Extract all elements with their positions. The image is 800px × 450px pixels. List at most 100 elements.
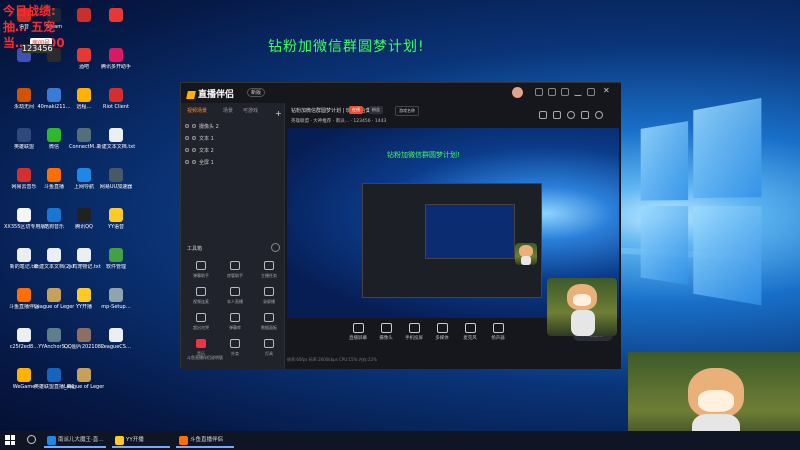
source-item[interactable]: 摄像头 2	[185, 123, 281, 133]
source-item[interactable]: 文本 1	[185, 135, 281, 145]
desktop-icon-label: 软件管理	[96, 264, 136, 270]
lock-icon[interactable]	[192, 160, 196, 164]
status-badge: 在线	[349, 106, 363, 114]
control-icon	[437, 323, 448, 333]
settings-icon[interactable]	[561, 88, 569, 96]
room-number: 123456	[22, 44, 53, 53]
fans-badge[interactable]: 粉丝	[369, 106, 383, 114]
desktop-icon[interactable]: League of Legends…	[64, 368, 104, 410]
desktop-icon[interactable]: 网易UU加速器	[96, 168, 136, 210]
tool-button[interactable]: 超出勿哭	[187, 313, 215, 337]
start-button[interactable]	[5, 435, 15, 445]
message-icon[interactable]	[548, 88, 556, 96]
taskbar-item[interactable]: 斗鱼直播伴侣	[176, 433, 234, 448]
app-icon	[47, 288, 61, 302]
user-icon[interactable]	[567, 111, 575, 119]
status-bar: 帧率:60fps 码率:2600kbps CPU:15% 内存:22%	[287, 357, 619, 367]
control-label: 扬声器	[485, 335, 511, 341]
app-icon	[109, 328, 123, 342]
app-icon	[47, 128, 61, 142]
source-item[interactable]: 全屏 1	[185, 159, 281, 169]
tab-game[interactable]: 可游戏	[243, 107, 258, 114]
desktop-icon[interactable]: YY语音	[96, 208, 136, 250]
share-icon[interactable]	[595, 111, 603, 119]
source-item[interactable]: 文本 2	[185, 147, 281, 157]
desktop-icon[interactable]: LeagueCS…	[96, 328, 136, 370]
tab-scene[interactable]: 场景	[223, 107, 233, 114]
search-icon[interactable]	[27, 435, 36, 444]
preview-banner: 钻粉加微信群圆梦计划!	[387, 150, 460, 160]
close-icon[interactable]: ✕	[603, 86, 610, 95]
mail-icon[interactable]	[535, 88, 543, 96]
control-button[interactable]: 摄像头	[373, 323, 399, 341]
tool-button[interactable]: 本人直播	[221, 287, 249, 311]
desktop-icon-label: mp-Setup…	[96, 304, 136, 310]
toolbox-settings-icon[interactable]	[271, 243, 280, 252]
control-button[interactable]: 扬声器	[485, 323, 511, 341]
avatar[interactable]	[512, 87, 523, 98]
eye-icon[interactable]	[185, 124, 189, 128]
add-source-button[interactable]: +	[275, 109, 282, 118]
app-icon	[109, 248, 123, 262]
tool-label: 主播任务	[255, 273, 283, 279]
nested-preview	[425, 204, 515, 259]
eye-icon[interactable]	[185, 148, 189, 152]
taskbar-item[interactable]: 南派儿大魔王·直…	[44, 433, 106, 448]
eye-icon[interactable]	[185, 160, 189, 164]
tool-icon	[264, 261, 274, 270]
tool-label: 视频连麦	[187, 299, 215, 305]
control-label: 手机投屏	[401, 335, 427, 341]
desktop-icon[interactable]: Riot Client	[96, 88, 136, 130]
tool-button[interactable]: 录屏播	[255, 287, 283, 311]
minimize-icon[interactable]	[574, 88, 582, 96]
maximize-icon[interactable]	[587, 88, 595, 96]
app-icon	[77, 208, 91, 222]
app-icon	[47, 88, 61, 102]
app-icon	[47, 208, 61, 222]
app-icon	[17, 248, 31, 262]
tool-button[interactable]: 数据面板	[255, 313, 283, 337]
tool-button[interactable]: 弹幕助手	[187, 261, 215, 285]
app-icon	[109, 88, 123, 102]
control-button[interactable]: 直播屏幕	[345, 323, 371, 341]
desktop-icon-label: YY语音	[96, 224, 136, 230]
version-badge[interactable]: 新版	[247, 88, 265, 97]
taskbar-item-label: YY开播	[126, 437, 144, 443]
app-icon	[47, 168, 61, 182]
app-icon	[17, 208, 31, 222]
tool-button[interactable]: 灯具	[255, 339, 283, 363]
mini-cat-avatar	[515, 243, 537, 265]
desktop-icon-label: LeagueCS…	[96, 344, 136, 350]
tool-button[interactable]: 视频连麦	[187, 287, 215, 311]
control-button[interactable]: 多媒体	[429, 323, 455, 341]
app-icon	[109, 288, 123, 302]
lock-icon[interactable]	[192, 136, 196, 140]
control-button[interactable]: 麦克风	[457, 323, 483, 341]
control-button[interactable]: 手机投屏	[401, 323, 427, 341]
desktop-icon[interactable]: mp-Setup…	[96, 288, 136, 330]
tab-video-scene[interactable]: 视频场景	[187, 107, 207, 114]
app-icon	[77, 168, 91, 182]
window-titlebar: 直播伴侣 新版 ✕	[181, 83, 621, 103]
tool-button[interactable]: 弹幕库	[221, 313, 249, 337]
tool-button[interactable]: 外卖	[221, 339, 249, 363]
room-info: 英雄联盟 · 大神推荐 · 南派… · 123456 · 1443	[291, 118, 386, 124]
taskbar-item[interactable]: YY开播	[112, 433, 170, 448]
desktop-icon-label: 腾讯多开助手	[96, 64, 136, 70]
eye-icon[interactable]	[185, 136, 189, 140]
chart-icon[interactable]	[581, 111, 589, 119]
tool-button[interactable]: 主播任务	[255, 261, 283, 285]
grid-icon[interactable]	[553, 111, 561, 119]
app-icon	[47, 328, 61, 342]
tool-button[interactable]: 房管助手	[221, 261, 249, 285]
desktop-icon[interactable]: 新建文本文档.txt	[96, 128, 136, 170]
lock-icon[interactable]	[192, 124, 196, 128]
app-icon	[17, 288, 31, 302]
tool-label: 弹幕库	[221, 325, 249, 331]
gift-icon[interactable]	[539, 111, 547, 119]
game-tag[interactable]: 游戏名称	[395, 106, 419, 116]
desktop-icon[interactable]: 软件管理	[96, 248, 136, 290]
app-icon	[77, 248, 91, 262]
lock-icon[interactable]	[192, 148, 196, 152]
control-icon	[381, 323, 392, 333]
